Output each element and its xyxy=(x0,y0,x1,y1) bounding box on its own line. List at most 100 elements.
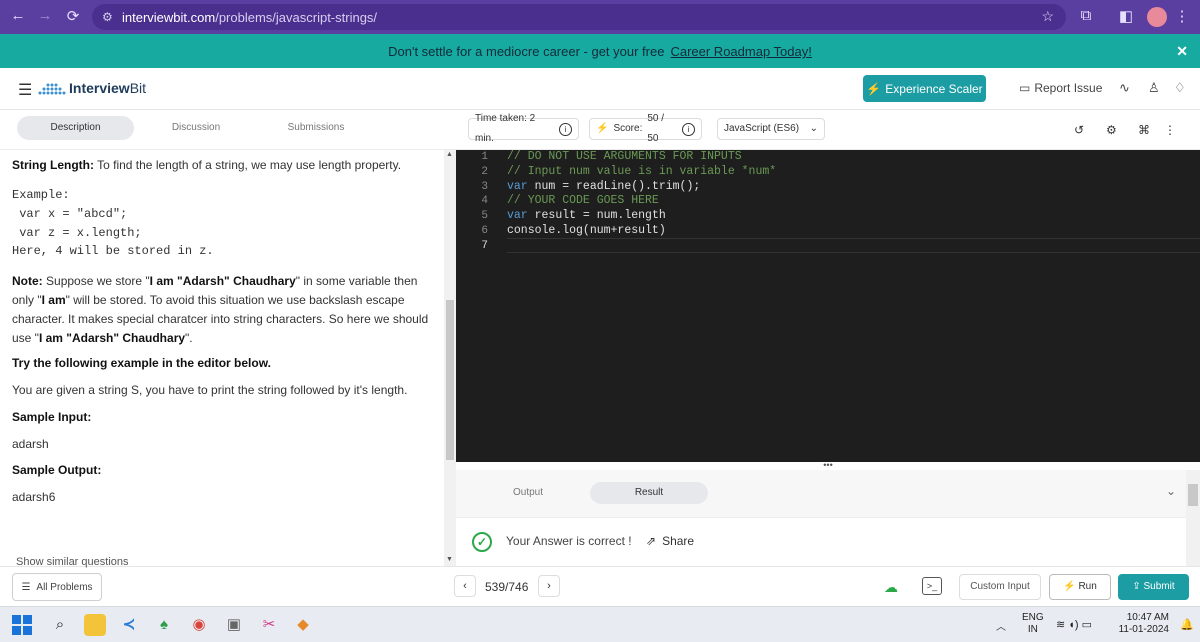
banner-text: Don't settle for a mediocre career - get… xyxy=(0,44,1200,59)
code-line: // DO NOT USE ARGUMENTS FOR INPUTS xyxy=(507,150,742,163)
tab-submissions[interactable]: Submissions xyxy=(270,116,362,140)
string-length-paragraph: String Length: To find the length of a s… xyxy=(12,156,432,175)
info-icon[interactable]: i xyxy=(682,122,695,136)
settings-icon[interactable]: ⚙ xyxy=(1106,123,1117,137)
clock-date: 11-01-2024 xyxy=(1118,624,1169,635)
result-scroll-thumb[interactable] xyxy=(1188,484,1198,506)
tab-discussion[interactable]: Discussion xyxy=(150,116,242,140)
problem-description: String Length: To find the length of a s… xyxy=(0,150,444,566)
score-value: 50 / 50 xyxy=(647,113,665,144)
sample-output-value: adarsh6 xyxy=(12,490,56,504)
language-indicator[interactable]: ENG IN xyxy=(1022,612,1044,636)
windows-start-icon[interactable] xyxy=(11,614,33,636)
line-number: 2 xyxy=(481,166,488,178)
note-paragraph: Note: Suppose we store "I am "Adarsh" Ch… xyxy=(12,272,432,348)
file-explorer-icon[interactable] xyxy=(84,614,106,636)
interviewbit-logo[interactable]: InterviewBit xyxy=(38,80,146,96)
chrome-icon[interactable]: ◉ xyxy=(188,614,210,636)
description-scroll-thumb[interactable] xyxy=(446,300,454,460)
line-number: 4 xyxy=(481,195,488,207)
problem-counter: 539/746 xyxy=(485,580,529,594)
logo-mark-icon xyxy=(38,83,66,95)
code-line: // YOUR CODE GOES HERE xyxy=(507,194,659,207)
submit-button[interactable]: ⇪ Submit xyxy=(1118,574,1189,600)
info-icon[interactable]: i xyxy=(559,122,572,136)
app-icon[interactable]: ◆ xyxy=(292,614,314,636)
bell-icon[interactable]: ♢ xyxy=(1174,80,1186,96)
custom-input-button[interactable]: Custom Input xyxy=(959,574,1041,600)
list-icon: ☰ xyxy=(21,581,31,593)
more-options-icon[interactable]: ⋮ xyxy=(1164,123,1176,137)
code-line: // Input num value is in variable *num* xyxy=(507,165,777,178)
share-label: Share xyxy=(662,534,695,548)
snipping-tool-icon[interactable]: ✂ xyxy=(258,614,280,636)
sidebar-icon[interactable]: ◧ xyxy=(1116,7,1136,25)
previous-problem-button[interactable]: ‹ xyxy=(454,575,476,597)
wifi-volume-battery-icon[interactable]: ≋ ◖) ▭ xyxy=(1056,618,1092,631)
career-roadmap-link[interactable]: Career Roadmap Today! xyxy=(670,44,811,59)
terminal-icon[interactable]: >_ xyxy=(922,577,942,595)
profile-avatar[interactable] xyxy=(1147,7,1167,27)
score-label: Score: xyxy=(613,123,643,134)
scroll-up-icon[interactable]: ▲ xyxy=(446,151,453,158)
code-line: var result = num.length xyxy=(507,209,666,222)
browser-menu-icon[interactable]: ⋮ xyxy=(1172,7,1192,25)
lightning-icon: ⚡ xyxy=(866,81,882,96)
user-icon[interactable]: ♙ xyxy=(1148,80,1160,96)
sample-output-heading: Sample Output: xyxy=(12,463,102,477)
run-label: Run xyxy=(1078,581,1097,592)
tab-output[interactable]: Output xyxy=(496,482,560,504)
line-number: 3 xyxy=(481,181,488,193)
scroll-down-icon[interactable]: ▼ xyxy=(446,556,453,563)
note-bold: I am xyxy=(41,293,66,307)
extensions-icon[interactable]: ⧉ xyxy=(1076,7,1096,24)
close-icon[interactable]: ✕ xyxy=(1176,43,1188,60)
code-editor[interactable]: 1 2 3 4 5 6 7 // DO NOT USE ARGUMENTS FO… xyxy=(456,150,1200,462)
run-button[interactable]: ⚡ Run xyxy=(1049,574,1111,600)
note-bold: I am "Adarsh" Chaudhary xyxy=(38,331,186,345)
language-select[interactable]: JavaScript (ES6) ⌄ xyxy=(717,118,825,140)
vscode-icon[interactable]: ≺ xyxy=(118,614,140,636)
task-text: You are given a string S, you have to pr… xyxy=(12,383,408,397)
report-issue-button[interactable]: ▭ Report Issue xyxy=(1019,81,1102,95)
logo-text-inter: Interview xyxy=(69,80,130,96)
tab-result[interactable]: Result xyxy=(590,482,708,504)
lightning-icon: ⚡ xyxy=(596,123,609,134)
note-label: Note: xyxy=(12,274,43,288)
app-icon[interactable]: ▣ xyxy=(223,614,245,636)
note-bold: I am "Adarsh" Chaudhary xyxy=(149,274,296,288)
tab-description[interactable]: Description xyxy=(17,116,134,140)
example-title: Example: xyxy=(12,188,70,202)
shortcuts-icon[interactable]: ⌘ xyxy=(1138,123,1150,137)
show-similar-questions[interactable]: Show similar questions xyxy=(16,556,129,568)
panel-resize-handle[interactable]: ••• xyxy=(456,461,1200,470)
experience-scaler-button[interactable]: ⚡ Experience Scaler xyxy=(863,75,986,102)
address-bar[interactable]: ⚙ interviewbit.com/problems/javascript-s… xyxy=(92,4,1066,30)
system-clock[interactable]: 10:47 AM 11-01-2024 xyxy=(1117,612,1169,636)
example-line: var x = "abcd"; xyxy=(12,207,128,221)
next-problem-button[interactable]: › xyxy=(538,575,560,597)
hamburger-menu-icon[interactable]: ☰ xyxy=(18,80,32,100)
score-badge: ⚡ Score: 50 / 50 i xyxy=(589,113,702,144)
bookmark-star-icon[interactable]: ☆ xyxy=(1041,8,1054,25)
result-message: Your Answer is correct ! xyxy=(506,534,632,548)
chevron-down-icon[interactable]: ⌄ xyxy=(1166,484,1176,498)
example-line: var z = x.length; xyxy=(12,226,142,240)
result-panel: Output Result ⌄ ✓ Your Answer is correct… xyxy=(456,470,1186,566)
keyword: var xyxy=(507,180,528,193)
activity-icon[interactable]: ∿ xyxy=(1119,80,1130,96)
back-icon[interactable]: ← xyxy=(8,7,28,24)
all-problems-button[interactable]: ☰ All Problems xyxy=(12,573,102,601)
sample-input-value: adarsh xyxy=(12,437,49,451)
notification-bell-icon[interactable]: 🔔 xyxy=(1180,618,1194,631)
search-icon[interactable]: ⌕ xyxy=(49,614,71,636)
forward-icon[interactable]: → xyxy=(35,7,55,24)
reset-icon[interactable]: ↺ xyxy=(1074,123,1084,137)
show-hidden-icons-icon[interactable]: ︿ xyxy=(996,618,1006,633)
site-info-icon[interactable]: ⚙ xyxy=(102,10,113,24)
url-host: interviewbit.com xyxy=(122,10,216,25)
reload-icon[interactable]: ⟳ xyxy=(63,7,83,25)
share-button[interactable]: ⇗ Share xyxy=(646,534,694,548)
url-text: interviewbit.com/problems/javascript-str… xyxy=(122,10,377,25)
mongodb-icon[interactable]: ♠ xyxy=(153,614,175,636)
